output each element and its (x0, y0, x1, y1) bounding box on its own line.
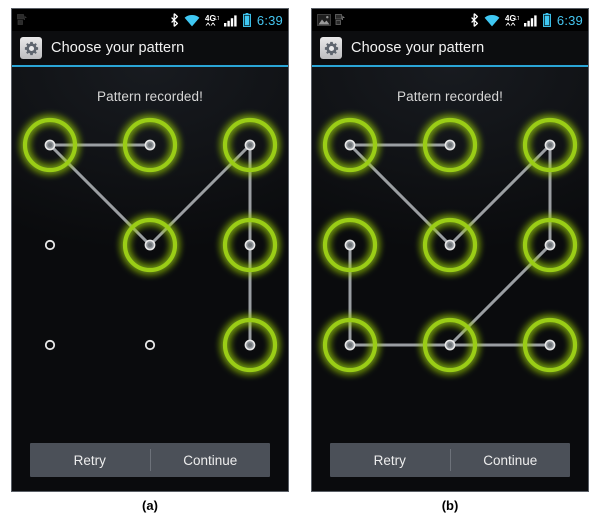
panel-a: 4G LTE 6:39 (8, 8, 292, 520)
phone-screen-b: 4G LTE 6:39 (311, 8, 589, 492)
status-bar-clock-a: 6:39 (256, 12, 283, 28)
status-bar-right-icons-b: 4G LTE 6:39 (470, 13, 583, 28)
usb-debug-icon (335, 13, 345, 25)
pattern-grid-svg-b[interactable] (322, 117, 578, 373)
settings-gear-icon (320, 37, 342, 59)
signal-bars-icon (523, 14, 537, 26)
status-bar-right-icons-a: 4G LTE 6:39 (170, 13, 283, 28)
lte-4g-icon: 4G LTE (505, 14, 519, 26)
status-bar-a: 4G LTE 6:39 (12, 9, 288, 31)
action-bar-a: Choose your pattern (12, 31, 288, 67)
lte-4g-icon: 4G LTE (205, 14, 219, 26)
wifi-icon (484, 14, 500, 26)
wifi-icon (184, 14, 200, 26)
settings-gear-icon (20, 37, 42, 59)
phone-screen-a: 4G LTE 6:39 (11, 8, 289, 492)
page-title: Choose your pattern (51, 40, 185, 56)
battery-icon (242, 13, 251, 27)
retry-button[interactable]: Retry (30, 443, 150, 477)
pattern-grid-b[interactable] (322, 117, 578, 373)
continue-button[interactable]: Continue (151, 443, 271, 477)
bluetooth-icon (171, 13, 178, 27)
panel-caption-a: (a) (142, 498, 158, 513)
panel-b: 4G LTE 6:39 (308, 8, 592, 520)
svg-text:LTE: LTE (214, 16, 219, 22)
svg-text:LTE: LTE (514, 16, 519, 22)
bluetooth-icon (471, 13, 478, 27)
lock-pattern-content-a: Pattern recorded! Retry Continue (12, 67, 288, 491)
signal-bars-icon (223, 14, 237, 26)
status-bar-left-icons-a (17, 13, 170, 27)
lock-pattern-content-b: Pattern recorded! Retry Continue (312, 67, 588, 491)
action-bar-b: Choose your pattern (312, 31, 588, 67)
pattern-status-message: Pattern recorded! (96, 89, 203, 104)
button-bar-b: Retry Continue (330, 443, 570, 477)
status-bar-left-icons-b (317, 13, 470, 27)
status-bar-clock-b: 6:39 (556, 12, 583, 28)
pattern-grid-svg-a[interactable] (22, 117, 278, 373)
screenshot-image-icon (317, 14, 331, 26)
panel-caption-b: (b) (441, 498, 459, 513)
pattern-grid-a[interactable] (22, 117, 278, 373)
status-bar-b: 4G LTE 6:39 (312, 9, 588, 31)
page-title: Choose your pattern (351, 40, 485, 56)
figure-two-panels: 4G LTE 6:39 (0, 0, 600, 520)
pattern-status-message: Pattern recorded! (396, 89, 503, 104)
continue-button[interactable]: Continue (451, 443, 571, 477)
button-bar-a: Retry Continue (30, 443, 270, 477)
usb-debug-icon (17, 13, 27, 25)
retry-button[interactable]: Retry (330, 443, 450, 477)
battery-icon (542, 13, 551, 27)
